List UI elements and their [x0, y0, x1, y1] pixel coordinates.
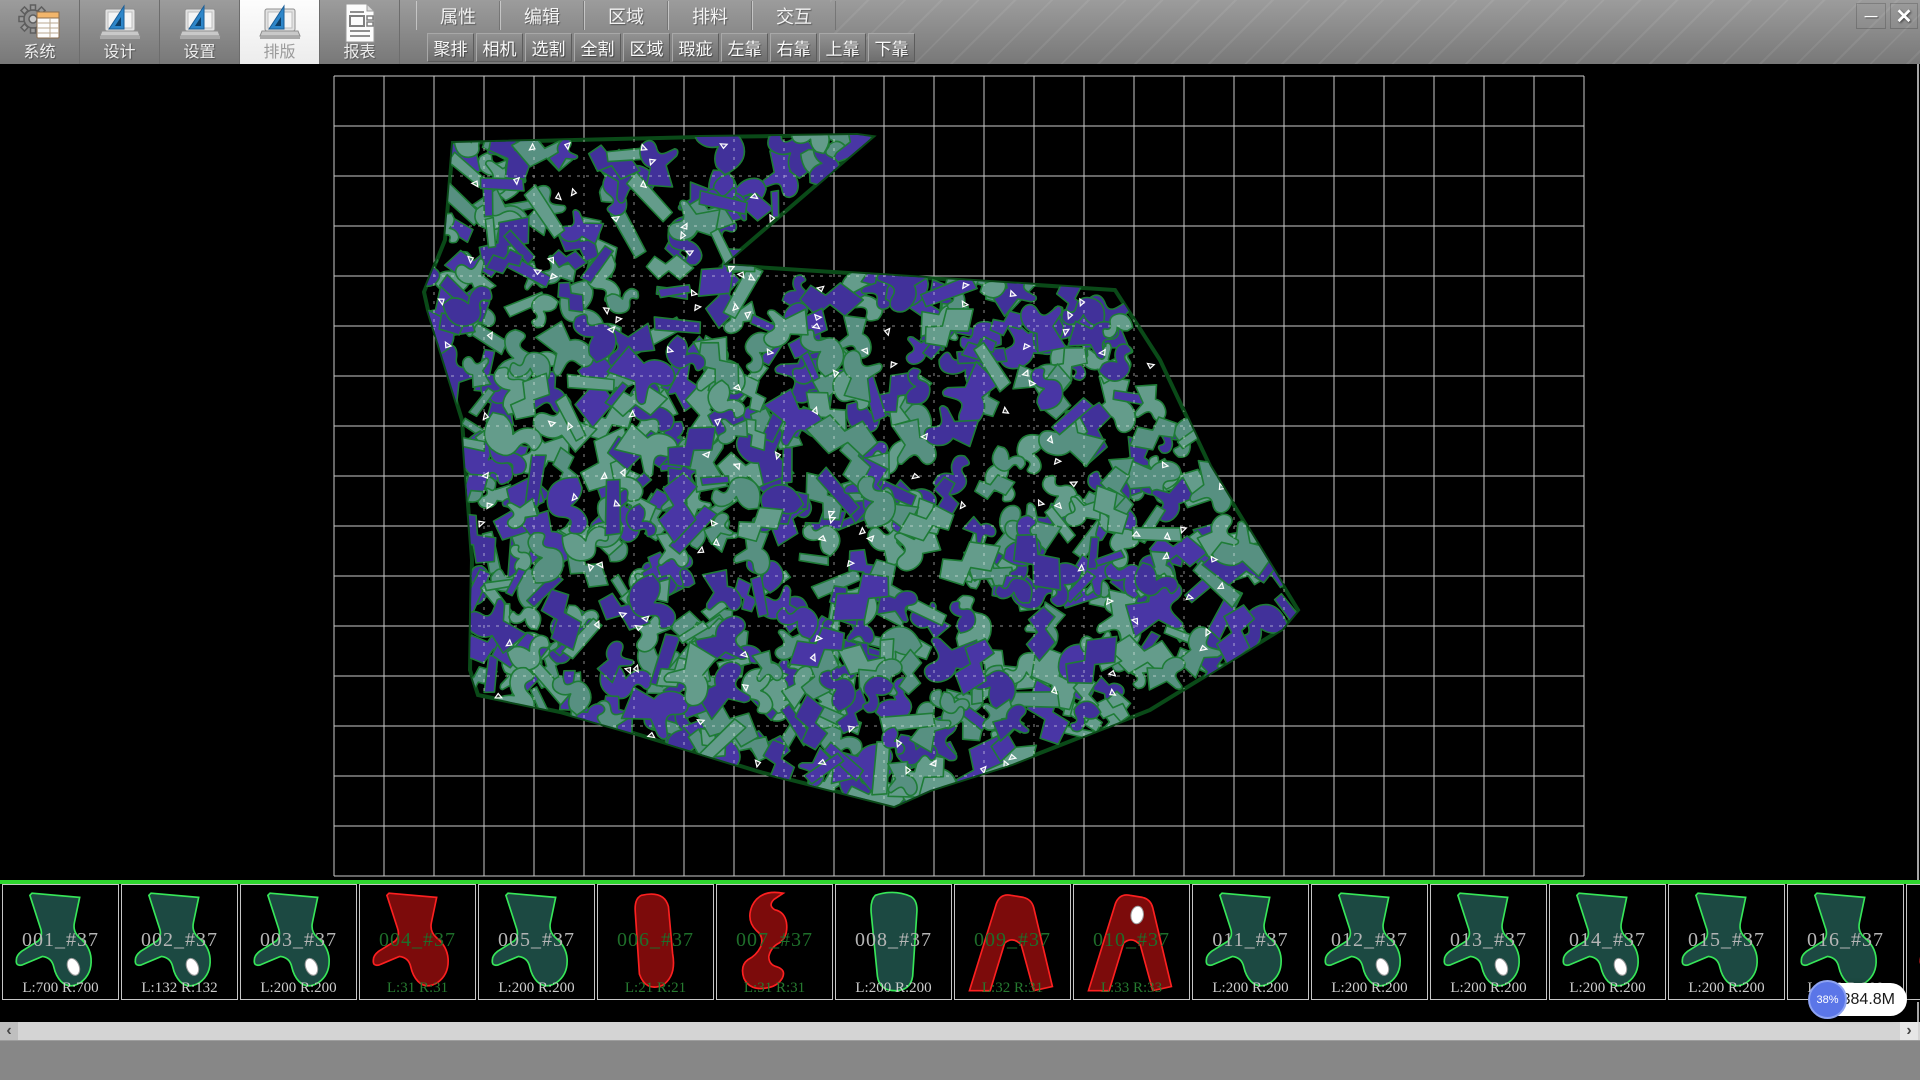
piece-lr-label: L:700 R:700	[3, 980, 118, 997]
piece-id-label: 009_#37	[955, 929, 1070, 952]
piece-thumbnail-strip: 001_#37L:700 R:700002_#37L:132 R:132003_…	[0, 884, 1920, 1002]
piece-thumbnail-012_#37[interactable]: 012_#37 L:200 R:200	[1311, 884, 1428, 1000]
toolbar-button-label: 系统	[23, 44, 55, 62]
piece-lr-label: L:33 R:33	[1074, 980, 1189, 997]
piece-id-label: 006_#37	[598, 929, 713, 952]
piece-thumbnail-014_#37[interactable]: 014_#37 L:200 R:200	[1549, 884, 1666, 1000]
menu-tab-属性[interactable]: 属性	[416, 1, 500, 30]
piece-lr-label: L:21 R:21	[598, 980, 713, 997]
toolbar-button-排版[interactable]: 排版	[240, 0, 320, 64]
action-button-选割[interactable]: 选割	[525, 33, 572, 62]
piece-thumbnail-006_#37[interactable]: 006_#37 L:21 R:21	[597, 884, 714, 1000]
piece-id-label: 017_#37	[1907, 929, 1920, 952]
minimize-button[interactable]: ─	[1856, 3, 1886, 29]
scroll-right-icon[interactable]: ›	[1900, 1022, 1918, 1040]
piece-id-label: 001_#37	[3, 929, 118, 952]
toolbar-button-label: 设计	[103, 44, 135, 62]
action-button-bar: 聚排相机选割全割区域瑕疵左靠右靠上靠下靠	[427, 33, 917, 62]
piece-lr-label: L:200 R:200	[1193, 980, 1308, 997]
horizontal-scrollbar[interactable]: ‹ ›	[0, 1022, 1920, 1040]
piece-id-label: 016_#37	[1788, 929, 1903, 952]
progress-badge: 38%	[1808, 980, 1847, 1019]
toolbar-buttons: 系统 设计 设置 排版 报表	[0, 0, 400, 64]
toolbar-button-设置[interactable]: 设置	[160, 0, 240, 64]
toolbar-button-报表[interactable]: 报表	[320, 0, 400, 64]
piece-lr-label: L:200 R:200	[836, 980, 951, 997]
piece-lr-label: L:200 R:200	[1550, 980, 1665, 997]
piece-lr-label: L:200 R:200	[479, 980, 594, 997]
menu-tab-编辑[interactable]: 编辑	[500, 1, 584, 30]
toolbar-button-系统[interactable]: 系统	[0, 0, 80, 64]
action-button-瑕疵[interactable]: 瑕疵	[672, 33, 719, 62]
toolbar-button-label: 排版	[263, 44, 295, 62]
action-button-相机[interactable]: 相机	[476, 33, 523, 62]
piece-thumbnail-015_#37[interactable]: 015_#37 L:200 R:200	[1668, 884, 1785, 1000]
piece-lr-label: L:200 R:200	[1431, 980, 1546, 997]
app-window: { "window": { "minimize_glyph": "─", "cl…	[0, 0, 1920, 1080]
top-toolbar: 系统设计设置排版报表 属性编辑区域排料交互 聚排相机选割全割区域瑕疵左靠右靠上靠…	[0, 0, 1920, 64]
piece-id-label: 010_#37	[1074, 929, 1189, 952]
toolbar-button-label: 报表	[343, 44, 375, 62]
piece-id-label: 011_#37	[1193, 929, 1308, 952]
piece-thumbnail-004_#37[interactable]: 004_#37 L:31 R:31	[359, 884, 476, 1000]
piece-lr-label: L:200 R:200	[1312, 980, 1427, 997]
toolbar-button-label: 设置	[183, 44, 215, 62]
piece-thumbnail-009_#37[interactable]: 009_#37 L:32 R:31	[954, 884, 1071, 1000]
piece-lr-label: L:200 R:200	[241, 980, 356, 997]
status-bar	[0, 1040, 1920, 1080]
action-button-左靠[interactable]: 左靠	[721, 33, 768, 62]
nesting-ruler-icon	[257, 2, 303, 44]
scroll-left-icon[interactable]: ‹	[0, 1022, 18, 1040]
toolbar-button-设计[interactable]: 设计	[80, 0, 160, 64]
piece-thumbnail-008_#37[interactable]: 008_#37 L:200 R:200	[835, 884, 952, 1000]
menu-tab-bar: 属性编辑区域排料交互	[416, 1, 836, 31]
action-button-全割[interactable]: 全割	[574, 33, 621, 62]
action-button-区域[interactable]: 区域	[623, 33, 670, 62]
piece-thumbnail-013_#37[interactable]: 013_#37 L:200 R:200	[1430, 884, 1547, 1000]
action-button-聚排[interactable]: 聚排	[427, 33, 474, 62]
piece-id-label: 013_#37	[1431, 929, 1546, 952]
piece-id-label: 002_#37	[122, 929, 237, 952]
settings-ruler-icon	[177, 2, 223, 44]
piece-thumbnail-002_#37[interactable]: 002_#37 L:132 R:132	[121, 884, 238, 1000]
menu-tab-区域[interactable]: 区域	[584, 1, 668, 30]
menu-tab-交互[interactable]: 交互	[752, 1, 836, 30]
nesting-canvas[interactable]	[0, 64, 1920, 880]
piece-lr-label: L:200 R:200	[1669, 980, 1784, 997]
piece-lr-label: L:31 R:31	[717, 980, 832, 997]
piece-id-label: 014_#37	[1550, 929, 1665, 952]
piece-thumbnail-005_#37[interactable]: 005_#37 L:200 R:200	[478, 884, 595, 1000]
action-button-右靠[interactable]: 右靠	[770, 33, 817, 62]
piece-id-label: 015_#37	[1669, 929, 1784, 952]
piece-lr-label: L:200 R:200	[1907, 980, 1920, 997]
piece-thumbnail-010_#37[interactable]: 010_#37 L:33 R:33	[1073, 884, 1190, 1000]
menu-tab-排料[interactable]: 排料	[668, 1, 752, 30]
piece-id-label: 008_#37	[836, 929, 951, 952]
piece-thumbnail-003_#37[interactable]: 003_#37 L:200 R:200	[240, 884, 357, 1000]
piece-id-label: 003_#37	[241, 929, 356, 952]
design-ruler-icon	[97, 2, 143, 44]
report-document-icon	[340, 2, 380, 44]
action-button-上靠[interactable]: 上靠	[819, 33, 866, 62]
piece-thumbnail-001_#37[interactable]: 001_#37 L:700 R:700	[2, 884, 119, 1000]
piece-thumbnail-011_#37[interactable]: 011_#37 L:200 R:200	[1192, 884, 1309, 1000]
system-gear-icon	[17, 2, 63, 44]
piece-thumbnail-007_#37[interactable]: 007_#37 L:31 R:31	[716, 884, 833, 1000]
close-button[interactable]: ✕	[1890, 3, 1918, 29]
nesting-canvas-svg	[0, 64, 1920, 880]
piece-lr-label: L:132 R:132	[122, 980, 237, 997]
piece-id-label: 007_#37	[717, 929, 832, 952]
piece-lr-label: L:31 R:31	[360, 980, 475, 997]
piece-id-label: 005_#37	[479, 929, 594, 952]
action-button-下靠[interactable]: 下靠	[868, 33, 915, 62]
piece-id-label: 012_#37	[1312, 929, 1427, 952]
piece-id-label: 004_#37	[360, 929, 475, 952]
piece-thumbnail-017_#37[interactable]: 017_#37 L:200 R:200	[1906, 884, 1920, 1000]
piece-lr-label: L:32 R:31	[955, 980, 1070, 997]
